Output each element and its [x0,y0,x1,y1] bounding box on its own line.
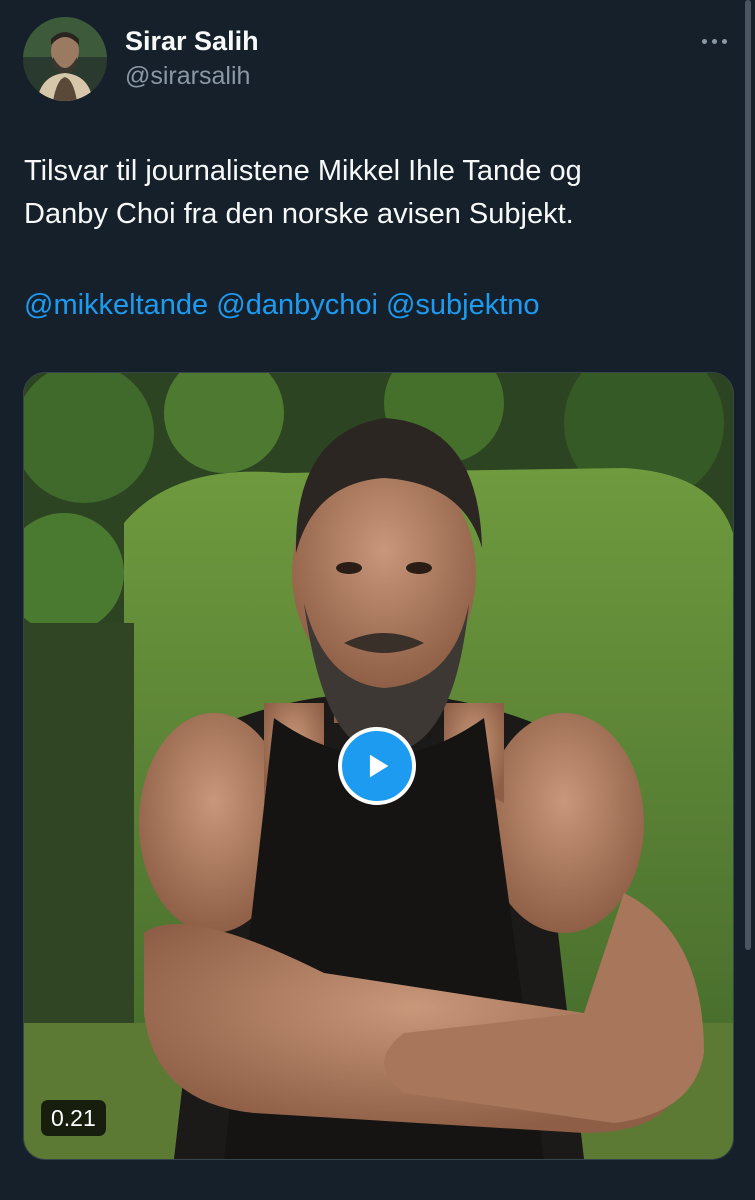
video-duration-badge: 0.21 [41,1100,106,1136]
scrollbar[interactable] [745,0,751,950]
mention-link-mikkeltande[interactable]: @mikkeltande [24,289,208,321]
author-display-name[interactable]: Sirar Salih [125,26,259,57]
more-options-button[interactable] [692,26,736,56]
mention-link-subjektno[interactable]: @subjektno [386,289,540,321]
tweet-text-line: Tilsvar til journalistene Mikkel Ihle Ta… [24,155,582,187]
play-icon [369,754,389,778]
tweet-page: Sirar Salih @sirarsalih Tilsvar til jour… [0,0,755,1200]
play-button[interactable] [338,727,416,805]
avatar[interactable] [23,17,107,101]
mention-link-danbychoi[interactable]: @danbychoi [216,289,378,321]
author-handle[interactable]: @sirarsalih [125,62,250,91]
more-horizontal-icon [701,38,707,44]
tweet-text-line: Danby Choi fra den norske avisen Subjekt… [24,198,574,230]
tweet-text: Tilsvar til journalistene Mikkel Ihle Ta… [24,150,724,236]
tweet-mentions: @mikkeltande @danbychoi @subjektno [24,284,540,327]
